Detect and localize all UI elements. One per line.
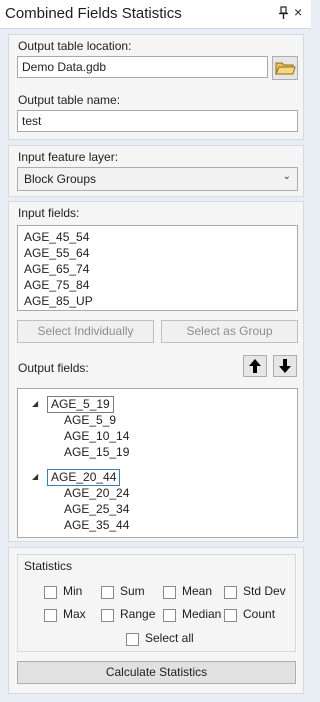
count-label: Count bbox=[243, 607, 276, 621]
output-name-label: Output table name: bbox=[18, 93, 121, 107]
tree-child-item[interactable]: AGE_15_19 bbox=[64, 445, 129, 459]
mean-checkbox[interactable] bbox=[163, 586, 176, 599]
output-fields-tree[interactable]: ◢ AGE_5_19 AGE_5_9 AGE_10_14 AGE_15_19 ◢… bbox=[17, 388, 298, 538]
output-name-field[interactable]: test bbox=[17, 110, 298, 132]
range-checkbox[interactable] bbox=[101, 609, 114, 622]
range-label: Range bbox=[120, 607, 156, 621]
select-as-group-button[interactable]: Select as Group bbox=[161, 320, 298, 343]
fields-panel: Input fields: AGE_45_54 AGE_55_64 AGE_65… bbox=[8, 201, 304, 542]
move-down-button[interactable] bbox=[273, 355, 297, 377]
select-all-label: Select all bbox=[145, 631, 194, 645]
output-fields-label: Output fields: bbox=[18, 361, 89, 375]
mean-label: Mean bbox=[182, 584, 213, 598]
collapse-triangle-icon[interactable]: ◢ bbox=[32, 399, 38, 408]
min-label: Min bbox=[63, 584, 83, 598]
tree-group-node[interactable]: AGE_20_44 bbox=[47, 469, 121, 486]
folder-icon bbox=[275, 62, 296, 75]
statistics-label: Statistics bbox=[24, 559, 73, 573]
input-layer-dropdown[interactable]: Block Groups ⌄ bbox=[17, 167, 298, 191]
max-checkbox[interactable] bbox=[44, 609, 57, 622]
move-up-button[interactable] bbox=[243, 355, 267, 377]
input-layer-label: Input feature layer: bbox=[18, 150, 119, 164]
list-item[interactable]: AGE_65_74 bbox=[24, 262, 89, 276]
collapse-triangle-icon[interactable]: ◢ bbox=[32, 472, 38, 481]
input-layer-panel: Input feature layer: Block Groups ⌄ bbox=[8, 145, 304, 197]
arrow-down-icon bbox=[279, 359, 291, 373]
tree-child-item[interactable]: AGE_25_34 bbox=[64, 502, 129, 516]
tree-child-item[interactable]: AGE_5_9 bbox=[64, 413, 116, 427]
browse-folder-button[interactable] bbox=[272, 56, 298, 80]
input-fields-label: Input fields: bbox=[18, 206, 80, 220]
std-dev-checkbox[interactable] bbox=[224, 586, 237, 599]
median-label: Median bbox=[182, 607, 222, 621]
pin-icon[interactable] bbox=[278, 6, 290, 20]
select-individually-button[interactable]: Select Individually bbox=[17, 320, 154, 343]
min-checkbox[interactable] bbox=[44, 586, 57, 599]
calculate-statistics-button[interactable]: Calculate Statistics bbox=[17, 661, 296, 684]
list-item[interactable]: AGE_55_64 bbox=[24, 246, 89, 260]
output-location-field[interactable]: Demo Data.gdb bbox=[17, 56, 268, 78]
std-dev-label: Std Dev bbox=[243, 584, 286, 598]
tree-child-item[interactable]: AGE_20_24 bbox=[64, 486, 129, 500]
median-checkbox[interactable] bbox=[163, 609, 176, 622]
input-fields-list[interactable]: AGE_45_54 AGE_55_64 AGE_65_74 AGE_75_84 … bbox=[17, 225, 298, 311]
tree-group-node[interactable]: AGE_5_19 bbox=[47, 396, 114, 413]
list-item[interactable]: AGE_45_54 bbox=[24, 230, 89, 244]
tree-child-item[interactable]: AGE_35_44 bbox=[64, 518, 129, 532]
list-item[interactable]: AGE_75_84 bbox=[24, 278, 89, 292]
title-bar: Combined Fields Statistics × bbox=[0, 0, 311, 29]
output-location-label: Output table location: bbox=[18, 39, 132, 53]
chevron-down-icon: ⌄ bbox=[282, 171, 291, 182]
output-table-panel: Output table location: Demo Data.gdb Out… bbox=[8, 34, 304, 140]
count-checkbox[interactable] bbox=[224, 609, 237, 622]
statistics-panel: Statistics Min Sum Mean Std Dev Max Rang… bbox=[8, 547, 304, 694]
sum-checkbox[interactable] bbox=[101, 586, 114, 599]
window-title: Combined Fields Statistics bbox=[5, 5, 182, 22]
arrow-up-icon bbox=[249, 359, 261, 373]
list-item[interactable]: AGE_85_UP bbox=[24, 294, 93, 308]
max-label: Max bbox=[63, 607, 86, 621]
close-icon[interactable]: × bbox=[294, 5, 302, 19]
statistics-group: Statistics Min Sum Mean Std Dev Max Rang… bbox=[17, 554, 296, 652]
input-layer-value: Block Groups bbox=[24, 172, 97, 186]
sum-label: Sum bbox=[120, 584, 145, 598]
tree-child-item[interactable]: AGE_10_14 bbox=[64, 429, 129, 443]
select-all-checkbox[interactable] bbox=[126, 633, 139, 646]
